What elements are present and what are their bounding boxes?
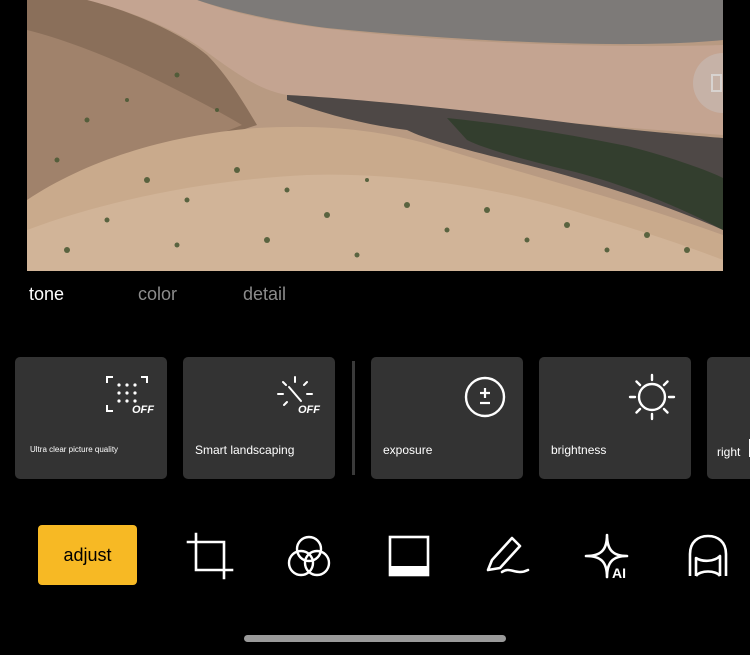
svg-text:OFF: OFF: [298, 404, 320, 416]
tool-label: brightness: [551, 443, 607, 457]
tool-smart-landscaping[interactable]: OFF Smart landscaping: [183, 357, 335, 479]
tool-label: Ultra clear picture quality: [30, 445, 119, 454]
tool-exposure[interactable]: exposure: [371, 357, 523, 479]
tool-brightness[interactable]: brightness: [539, 357, 691, 479]
tool-label: exposure: [383, 443, 433, 457]
svg-text:AI: AI: [612, 565, 626, 580]
ultra-clear-icon: OFF: [106, 376, 154, 416]
exposure-icon: [464, 376, 506, 418]
tool-partial[interactable]: right: [707, 357, 750, 479]
tool-cards-row[interactable]: OFF Ultra clear picture quality OFF Smar…: [0, 357, 750, 479]
photo-preview[interactable]: [27, 0, 723, 271]
tab-detail[interactable]: detail: [243, 284, 286, 305]
home-indicator[interactable]: [244, 635, 506, 642]
group-divider: [352, 361, 355, 475]
ai-retouch-icon[interactable]: AI: [583, 532, 631, 580]
adjust-button[interactable]: adjust: [38, 525, 137, 585]
brightness-icon: [628, 373, 676, 421]
bottom-toolbar: adjust AI: [0, 520, 750, 590]
tab-color[interactable]: color: [138, 284, 177, 305]
tool-label: right: [717, 445, 741, 459]
compare-icon: [711, 74, 722, 92]
frame-icon[interactable]: [385, 532, 433, 580]
crop-icon[interactable]: [186, 532, 234, 580]
svg-text:OFF: OFF: [132, 404, 154, 416]
tool-label: Smart landscaping: [195, 443, 295, 457]
portrait-icon[interactable]: [684, 532, 732, 580]
filters-icon[interactable]: [285, 532, 333, 580]
smart-landscape-icon: OFF: [277, 376, 320, 416]
tool-ultra-clear[interactable]: OFF Ultra clear picture quality: [15, 357, 167, 479]
draw-icon[interactable]: [484, 532, 532, 580]
tab-tone[interactable]: tone: [29, 284, 64, 305]
